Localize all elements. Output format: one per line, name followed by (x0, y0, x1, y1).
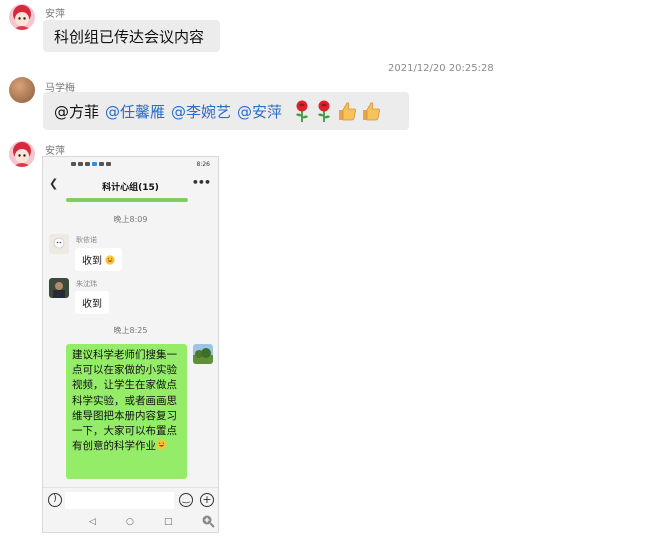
more-dots-icon: ••• (191, 176, 211, 189)
thumbs-up-icon (363, 102, 381, 121)
phone-input-bar: ) ‿ + (43, 487, 218, 512)
message-text: 科创组已传达会议内容 (54, 27, 205, 46)
message-bubble[interactable]: 科创组已传达会议内容 (43, 20, 220, 52)
emoji-icon: ‿ (179, 493, 193, 507)
mention[interactable]: @李婉艺 (171, 101, 231, 122)
phone-message-bubble: 收到 (75, 248, 123, 271)
phone-input-field (65, 492, 174, 509)
phone-time-divider: 晚上8:25 (113, 326, 148, 335)
mention[interactable]: @安萍 (237, 101, 282, 122)
phone-message-text: 收到 (82, 299, 102, 310)
phone-sender-name: 朱沈玮 (76, 280, 97, 288)
phone-avatar (49, 278, 69, 298)
mention[interactable]: @任馨雁 (105, 101, 165, 122)
smile-emoji-icon (156, 439, 167, 450)
phone-message-bubble: 收到 (75, 291, 109, 314)
phone-self-message-bubble: 建议科学老师们搜集一点可以在家做的小实验视频，让学生在家做点科学实验，或者画画思… (66, 344, 187, 479)
phone-self-message-text: 建议科学老师们搜集一点可以在家做的小实验视频，让学生在家做点科学实验，或者画画思… (72, 349, 177, 453)
mention[interactable]: @方菲 (54, 101, 99, 122)
rose-icon (318, 100, 331, 122)
avatar[interactable] (9, 77, 35, 103)
phone-avatar-self (193, 344, 213, 364)
message-timestamp: 2021/12/20 20:25:28 (388, 63, 494, 74)
recent-square-icon: □ (164, 517, 173, 527)
smile-emoji-icon (105, 255, 115, 265)
avatar[interactable] (9, 4, 35, 30)
phone-sender-name: 耿依诺 (76, 236, 97, 244)
rose-icon (296, 100, 309, 122)
thumbs-up-icon (339, 102, 357, 121)
sender-name: 安萍 (45, 9, 65, 20)
sender-name: 安萍 (45, 146, 65, 157)
phone-message-text: 收到 (82, 256, 102, 267)
phone-status-time: 8:26 (196, 161, 210, 168)
plus-icon: + (200, 493, 214, 507)
phone-chat-header: ❮ 科计心组(15) ••• (43, 173, 218, 195)
back-triangle-icon: ◁ (89, 517, 96, 527)
phone-screenshot-image[interactable]: 8:26 ❮ 科计心组(15) ••• 晚上8:09 耿依诺 收到 朱沈玮 收到… (42, 156, 219, 533)
phone-time-divider: 晚上8:09 (113, 215, 148, 224)
voice-icon: ) (48, 493, 62, 507)
phone-green-bubble-edge (66, 198, 188, 202)
phone-avatar (49, 234, 69, 254)
message-bubble[interactable]: @方菲 @任馨雁 @李婉艺 @安萍 (43, 92, 409, 130)
avatar[interactable] (9, 141, 35, 167)
phone-nav-bar: ◁ ○ □ (43, 512, 218, 532)
zoom-in-icon[interactable] (201, 514, 215, 528)
phone-status-bar: 8:26 (43, 157, 218, 173)
home-circle-icon: ○ (126, 517, 134, 527)
